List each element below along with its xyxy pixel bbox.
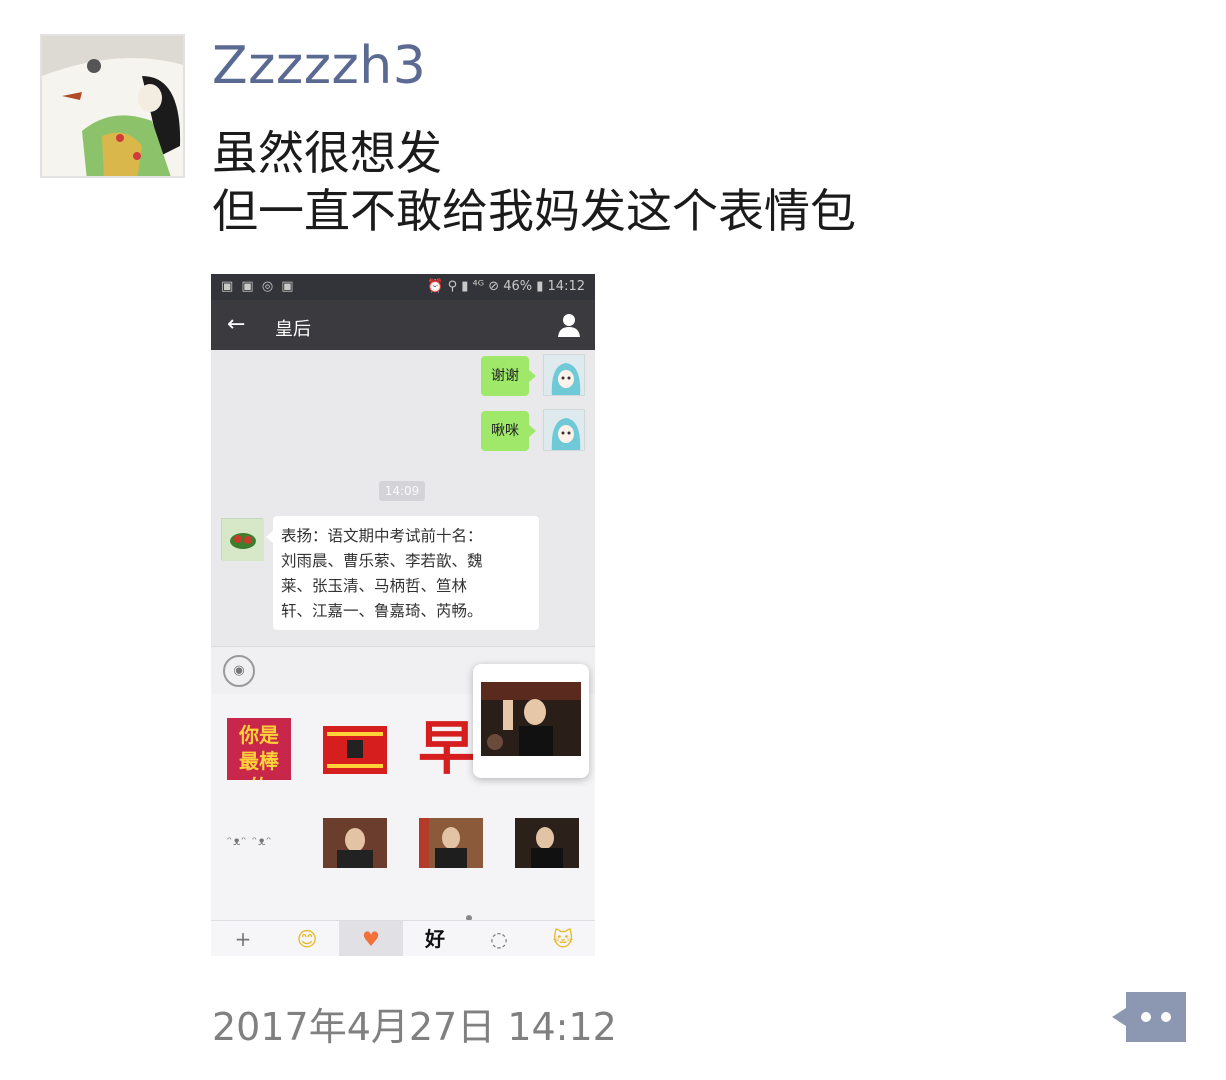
message-line-3: 莱、张玉清、马柄哲、笪林 <box>281 577 468 595</box>
sticker-you-are-best: 你是最棒的 <box>227 718 291 780</box>
chat-header: ← 皇后 <box>211 300 595 350</box>
sticker-red-card <box>323 726 387 774</box>
emoji-tab-icon: 😊 <box>296 927 318 951</box>
sticker-small-faces: ᵔᴥᵔ ᵔᴥᵔ <box>227 834 273 848</box>
message-line-1: 表扬：语文期中考试前十名： <box>281 527 483 545</box>
status-right-info: ⏰ ⚲ ▮ ⁴ᴳ ⊘ 46% ▮ 14:12 <box>427 279 585 294</box>
sticker-photo-2 <box>419 818 483 868</box>
sticker-tab-icon: ◌ <box>490 927 508 951</box>
post-text-line-2: 但一直不敢给我妈发这个表情包 <box>212 184 856 238</box>
sent-message-2: 啾咪 <box>481 411 536 451</box>
chat-title: 皇后 <box>275 319 311 340</box>
received-message: 表扬：语文期中考试前十名： 刘雨晨、曹乐萦、李若歆、魏 莱、张玉清、马柄哲、笪林… <box>266 516 539 630</box>
status-bar: ▣ ▣ ◎ ▣ ⏰ ⚲ ▮ ⁴ᴳ ⊘ 46% ▮ 14:12 <box>211 274 595 300</box>
message-line-2: 刘雨晨、曹乐萦、李若歆、魏 <box>281 552 483 570</box>
sticker-zao: 早 <box>417 716 476 780</box>
time-divider: 14:09 <box>379 481 425 501</box>
post-image-chat-screenshot[interactable]: ▣ ▣ ◎ ▣ ⏰ ⚲ ▮ ⁴ᴳ ⊘ 46% ▮ 14:12 ← 皇后 谢谢 啾… <box>211 274 595 956</box>
post-text-line-1: 虽然很想发 <box>212 126 442 180</box>
post-username[interactable]: Zzzzzh3 <box>212 36 426 96</box>
status-left-icons: ▣ ▣ ◎ ▣ <box>221 279 296 294</box>
sticker-tab-bar: + 😊 ♥ 好 ◌ 🐱 <box>211 920 595 956</box>
cat-sticker-tab-icon: 🐱 <box>552 927 574 951</box>
self-avatar <box>543 354 585 396</box>
message-line-4: 轩、江嘉一、鲁嘉琦、芮畅。 <box>281 602 483 620</box>
favorites-tab-icon: ♥ <box>339 921 403 956</box>
post-text: 虽然很想发 但一直不敢给我妈发这个表情包 <box>212 124 856 240</box>
back-arrow-icon: ← <box>227 312 246 337</box>
user-avatar[interactable] <box>40 34 185 178</box>
sticker-photo-1 <box>323 818 387 868</box>
person-icon <box>558 314 580 337</box>
comment-icon[interactable] <box>1110 990 1188 1044</box>
sent-message-1: 谢谢 <box>481 356 536 396</box>
page-indicator <box>211 906 595 921</box>
self-avatar <box>543 409 585 451</box>
sticker-preview-image <box>481 682 581 756</box>
sticker-text: 你是最棒的 <box>239 723 279 780</box>
hao-sticker-tab: 好 <box>425 927 445 951</box>
sticker-preview-popup <box>473 664 589 778</box>
post-timestamp: 2017年4月27日 14:12 <box>212 1005 617 1049</box>
add-tab-icon: + <box>234 927 252 951</box>
contact-avatar <box>221 518 264 561</box>
sticker-photo-3 <box>515 818 579 868</box>
avatar-illustration <box>42 36 183 176</box>
voice-icon: ◉ <box>223 655 255 687</box>
